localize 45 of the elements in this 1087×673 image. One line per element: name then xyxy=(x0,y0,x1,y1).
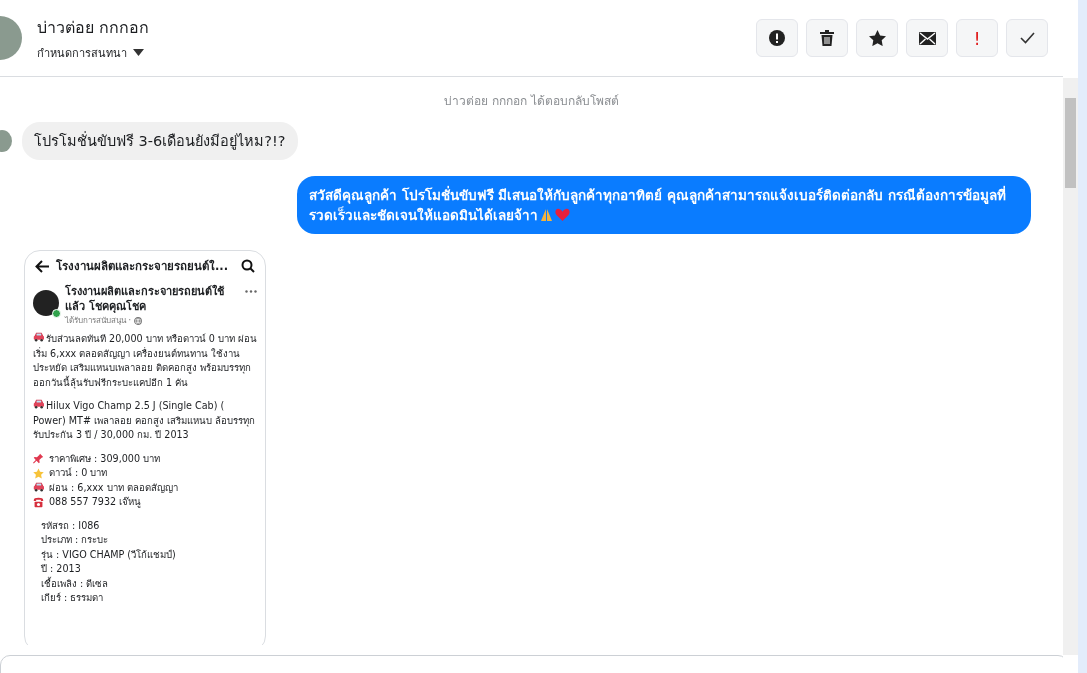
globe-icon xyxy=(134,316,143,325)
check-icon xyxy=(1019,32,1035,44)
back-arrow-icon xyxy=(35,259,50,273)
spec-line: รหัสรถ : I086 xyxy=(41,518,101,533)
post-detail: ราคาพิเศษ : 309,000 บาท xyxy=(49,451,161,466)
trash-icon xyxy=(820,30,834,46)
mark-unread-button[interactable] xyxy=(906,19,948,57)
scrollbar[interactable] xyxy=(1063,78,1078,655)
online-dot xyxy=(52,308,61,318)
page-title: โรงงานผลิตและกระจายรถยนต์ใ... xyxy=(56,259,230,274)
more-icon xyxy=(245,289,257,293)
envelope-icon xyxy=(918,31,936,45)
spec-line: เกียร์ : ธรรมดา xyxy=(41,591,105,605)
star-icon xyxy=(33,467,44,479)
star-icon xyxy=(868,30,886,46)
post-detail: ดาวน์ : 0 บาท xyxy=(49,466,108,480)
sent-message: สวัสดีคุณลูกค้า โปรโมชั่นขับฟรี มีเสนอให้กับลูกค้าทุกอาทิตย์ คุณลูกค้าสามารถแจ้งเบอร์ติดต่อกลับ กรณีต้องการข้อมูลที่รวดเร็วและชัดเจนให้แอดมินได้เลยจ้าา xyxy=(297,176,1031,234)
sponsored-label: ได้รับการสนับสนุน · xyxy=(65,314,132,327)
important-button[interactable]: ! xyxy=(956,19,998,57)
car-icon xyxy=(33,399,44,410)
pushpin-icon xyxy=(33,453,44,465)
spec-line: ประเภท : กระบะ xyxy=(41,533,110,547)
post-paragraph: รับส่วนลดทันที 20,000 บาท หรือดาวน์ 0 บาท ผ่อนเริ่ม 6,xxx ตลอดสัญญา เครื่องยนต์ทนทาน ใช้งานประหยัด เสริมแหนบเพลาลอย ติดคอกสูง พร้อมบรรทุก ออกวันนี้ลุ้นรับฟรีกระบะแคปอีก 1 คัน xyxy=(33,332,257,390)
spec-line: ปี : 2013 xyxy=(41,562,82,576)
car-icon xyxy=(33,482,44,494)
spec-line: รุ่น : VIGO CHAMP (วีโก้แชมป์) xyxy=(41,547,177,562)
conversation-options-dropdown[interactable]: กำหนดการสนทนา xyxy=(37,43,150,62)
page-name: โรงงานผลิตและกระจายรถยนต์ใช้แล้ว โชคคุณโชค xyxy=(65,283,225,314)
mark-done-button[interactable] xyxy=(1006,19,1048,57)
post-paragraph: Hilux Vigo Champ 2.5 J (Single Cab) ( Power) MT# เพลาลอย คอกสูง เสริมแหนบ ล้อบรรทุก รับประกัน 3 ปี / 30,000 กม. ปี 2013 xyxy=(33,399,257,442)
report-button[interactable] xyxy=(756,19,798,57)
received-message: โปรโมชั่นขับฟรี 3-6เดือนยังมีอยู่ไหม?!? xyxy=(22,122,298,160)
contact-name: บ่าวต่อย กกกอก xyxy=(37,16,150,39)
delete-button[interactable] xyxy=(806,19,848,57)
star-button[interactable] xyxy=(856,19,898,57)
spec-line: เชื้อเพลิง : ดีเซล xyxy=(41,576,110,591)
alert-icon xyxy=(769,30,785,46)
car-icon xyxy=(33,332,44,343)
heart-icon xyxy=(555,208,570,222)
post-detail: ผ่อน : 6,xxx บาท ตลอดสัญญา xyxy=(49,480,178,495)
search-icon xyxy=(241,259,255,274)
telephone-icon xyxy=(33,496,44,508)
caret-icon xyxy=(133,49,144,56)
post-detail: 088 557 7932 เจ๊หนู xyxy=(49,495,142,510)
reply-notice: บ่าวต่อย กกกอก ได้ตอบกลับโพสต์ xyxy=(443,93,620,110)
